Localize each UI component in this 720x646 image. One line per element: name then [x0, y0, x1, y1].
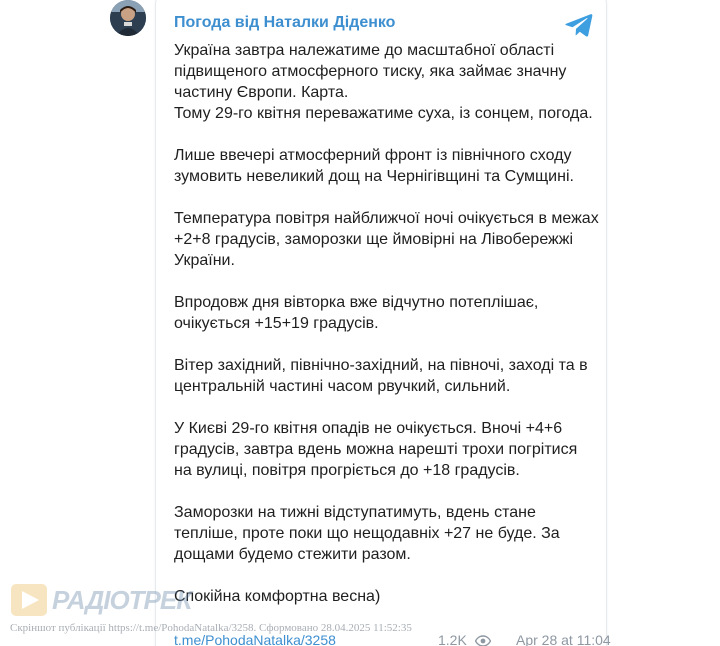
message-card: Погода від Наталки Діденко Україна завтр… [155, 0, 611, 646]
eye-icon [474, 635, 491, 646]
view-count-value: 1.2K [438, 632, 467, 646]
post-paragraph: Впродовж дня вівторка вже відчутно потеп… [174, 294, 539, 332]
post-paragraph: Заморозки на тижні відступатимуть, вдень… [174, 504, 560, 563]
view-count: 1.2K [438, 632, 491, 646]
post-paragraph: Україна завтра належатиме до масштабної … [174, 42, 593, 122]
logo-text: РАДІОТРЕК [52, 585, 192, 615]
avatar-image [110, 0, 146, 36]
post-footer: t.me/PohodaNatalka/3258 1.2K Apr 28 at 1… [174, 632, 611, 646]
screenshot-caption: Скріншот публікації https://t.me/PohodaN… [10, 622, 412, 634]
post-paragraph: Вітер західний, північно-західний, на пі… [174, 357, 588, 395]
radiotrek-watermark-logo: РАДІОТРЕК [10, 582, 192, 618]
play-icon [11, 584, 47, 616]
post-paragraph: Лише ввечері атмосферний фронт із північ… [174, 147, 574, 185]
post-link[interactable]: t.me/PohodaNatalka/3258 [174, 632, 336, 646]
channel-avatar[interactable] [110, 0, 146, 36]
post-paragraph: Спокійна комфортна весна) [174, 588, 381, 605]
page: Погода від Наталки Діденко Україна завтр… [0, 0, 720, 646]
post-text: Україна завтра належатиме до масштабної … [174, 40, 599, 628]
channel-name[interactable]: Погода від Наталки Діденко [174, 14, 395, 32]
telegram-icon[interactable] [565, 13, 593, 37]
post-date[interactable]: Apr 28 at 11:04 [516, 632, 611, 646]
post-paragraph: У Києві 29-го квітня опадів не очікуєтьс… [174, 420, 578, 479]
post-paragraph: Температура повітря найближчої ночі очік… [174, 210, 599, 269]
